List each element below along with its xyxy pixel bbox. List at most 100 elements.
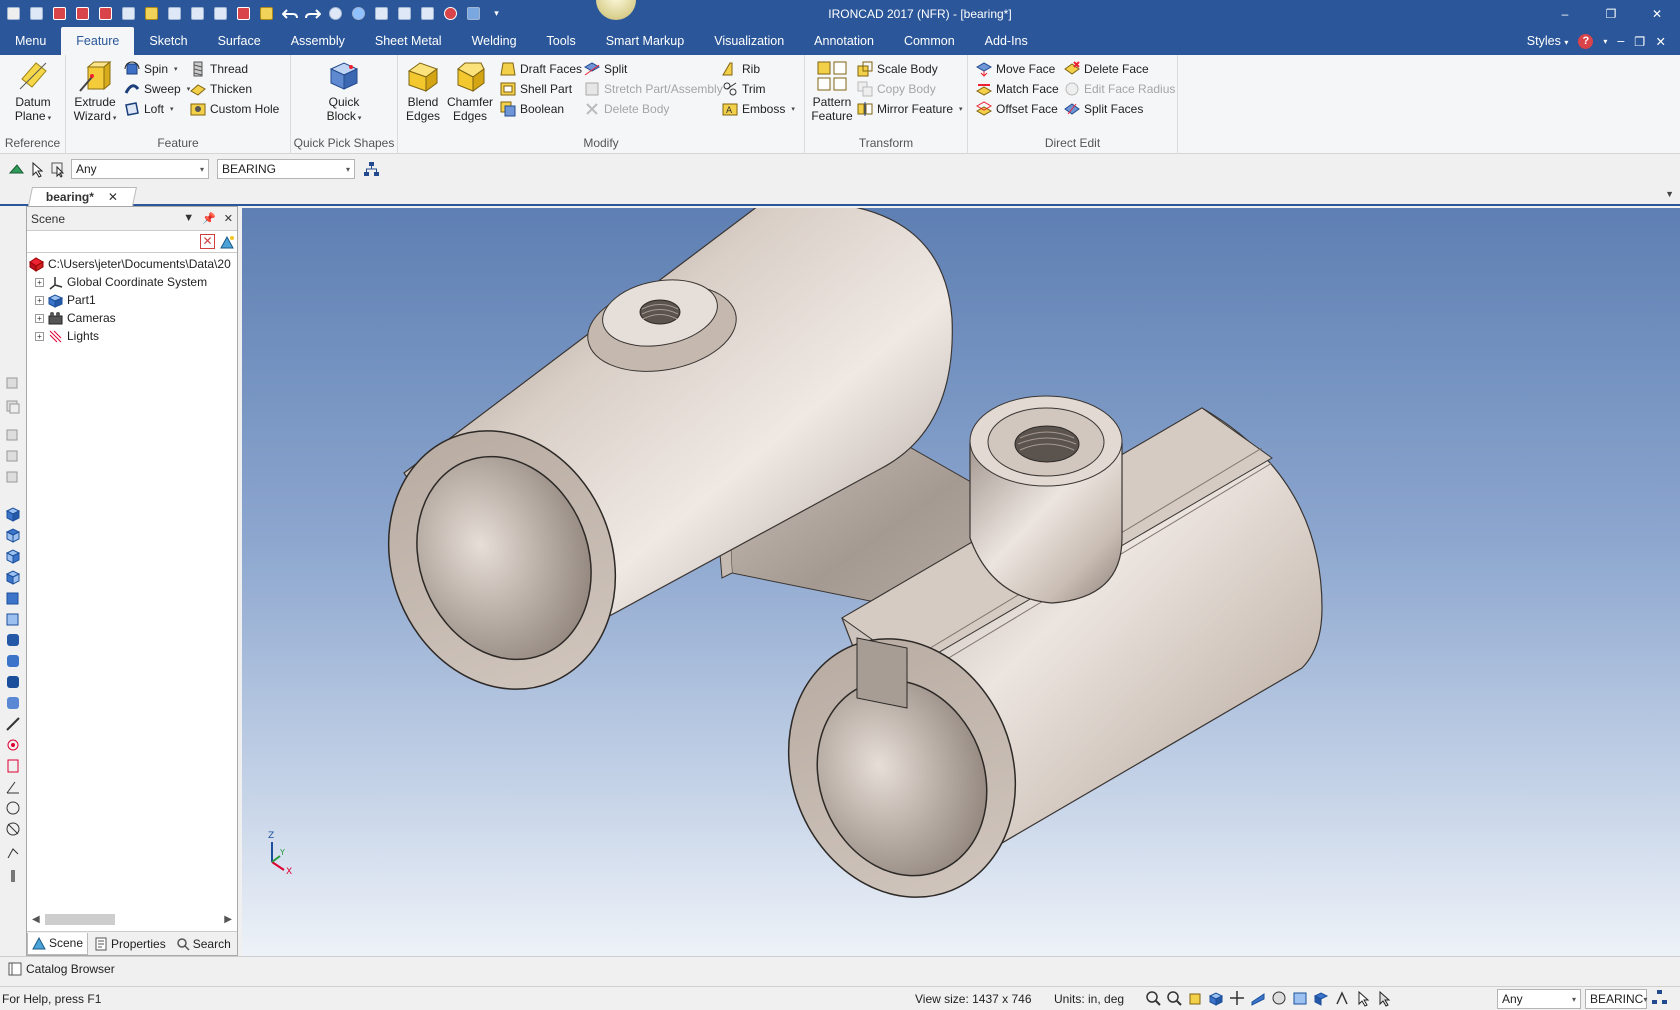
view-left-icon[interactable] <box>5 470 21 486</box>
trim-button[interactable]: Trim <box>722 79 766 99</box>
stretch-part-button[interactable]: Stretch Part/Assembly <box>584 79 723 99</box>
offset-face-button[interactable]: Offset Face <box>976 99 1058 119</box>
scroll-right-icon[interactable]: ▶ <box>224 914 232 925</box>
tab-menu[interactable]: Menu <box>0 27 61 55</box>
delete-face-button[interactable]: Delete Face <box>1064 59 1149 79</box>
restore-button[interactable]: ❐ <box>1588 0 1634 27</box>
standard-views-icon[interactable] <box>1208 990 1225 1007</box>
rotate-icon[interactable] <box>5 821 21 837</box>
copy-body-button[interactable]: Copy Body <box>857 79 936 99</box>
undo-icon[interactable] <box>280 4 299 23</box>
tab-add-ins[interactable]: Add-Ins <box>970 27 1043 55</box>
silhouette-view-icon[interactable] <box>5 695 21 711</box>
clear-filter-icon[interactable]: ✕ <box>200 234 215 249</box>
layout-icon[interactable] <box>418 4 437 23</box>
tab-search[interactable]: Search <box>172 933 235 955</box>
pin-icon[interactable]: 📌 <box>202 212 216 225</box>
open-icon[interactable] <box>142 4 161 23</box>
view-front-blue-icon[interactable] <box>5 590 21 606</box>
assembly-tree-icon[interactable] <box>363 161 380 178</box>
new-scene-icon[interactable] <box>119 4 138 23</box>
mdi-close-button[interactable]: ✕ <box>1656 34 1666 49</box>
save-as-icon[interactable] <box>188 4 207 23</box>
tutorial-icon[interactable] <box>464 4 483 23</box>
loft-button[interactable]: Loft ▾ <box>124 99 174 119</box>
tab-smart-markup[interactable]: Smart Markup <box>591 27 700 55</box>
help-icon[interactable] <box>441 4 460 23</box>
styles-menu[interactable]: Styles ▾ <box>1527 34 1569 48</box>
tab-assembly[interactable]: Assembly <box>276 27 360 55</box>
view-right-icon[interactable] <box>5 548 21 564</box>
pointer-select-icon[interactable] <box>1355 990 1372 1007</box>
lighting-icon[interactable] <box>1334 990 1351 1007</box>
zoom-extents-icon[interactable] <box>1145 990 1162 1007</box>
view-bottom-icon[interactable] <box>5 569 21 585</box>
view-cube-icon[interactable] <box>1187 990 1204 1007</box>
new-part-icon[interactable] <box>96 4 115 23</box>
render-mode-icon[interactable] <box>1292 990 1309 1007</box>
help-icon[interactable]: ? <box>1578 33 1594 49</box>
view-front-icon[interactable] <box>5 428 21 444</box>
mdi-minimize-button[interactable]: – <box>1617 34 1624 48</box>
hidden-line-view-icon[interactable] <box>5 653 21 669</box>
look-at-icon[interactable] <box>5 737 21 753</box>
help-dropdown-icon[interactable]: ▾ <box>1603 37 1607 46</box>
status-tree-icon[interactable] <box>1651 989 1668 1006</box>
sweep-button[interactable]: Sweep ▾ <box>124 79 190 99</box>
angle-icon[interactable] <box>5 779 21 795</box>
list-icon[interactable] <box>395 4 414 23</box>
paste-tool-icon[interactable] <box>5 399 21 415</box>
pattern-feature-button[interactable]: Pattern Feature <box>809 59 855 123</box>
panel-close-icon[interactable]: ✕ <box>224 212 233 225</box>
paste-icon[interactable] <box>257 4 276 23</box>
tab-welding[interactable]: Welding <box>457 27 532 55</box>
expand-icon[interactable]: + <box>35 313 44 323</box>
thread-button[interactable]: Thread <box>190 59 248 79</box>
part-select[interactable]: BEARING ▾ <box>217 159 355 179</box>
copy-tool-icon[interactable] <box>5 376 21 392</box>
custom-hole-button[interactable]: Custom Hole <box>190 99 279 119</box>
close-button[interactable]: ✕ <box>1634 0 1680 27</box>
new-assembly-icon[interactable] <box>50 4 69 23</box>
minimize-button[interactable]: – <box>1542 0 1588 27</box>
expand-icon[interactable]: + <box>35 331 44 341</box>
expand-icon[interactable]: + <box>35 295 44 305</box>
mdi-restore-button[interactable]: ❐ <box>1634 34 1645 49</box>
draft-faces-button[interactable]: Draft Faces <box>500 59 582 79</box>
zoom-tool-icon[interactable] <box>5 868 21 884</box>
tab-common[interactable]: Common <box>889 27 970 55</box>
pan-view-icon[interactable] <box>1229 990 1246 1007</box>
filter-select-icon[interactable] <box>1376 990 1393 1007</box>
rib-button[interactable]: Rib <box>722 59 760 79</box>
match-face-button[interactable]: Match Face <box>976 79 1059 99</box>
view-top-icon[interactable] <box>5 527 21 543</box>
tab-scene[interactable]: Scene <box>27 932 89 955</box>
document-tab-bearing[interactable]: bearing* ✕ <box>27 187 138 206</box>
redo-icon[interactable] <box>303 4 322 23</box>
tree-item-part1[interactable]: + Part1 <box>27 291 237 309</box>
edit-face-radius-button[interactable]: Edit Face Radius <box>1064 79 1175 99</box>
thicken-button[interactable]: Thicken <box>190 79 252 99</box>
camera-target-icon[interactable] <box>5 758 21 774</box>
view-iso-icon[interactable] <box>5 506 21 522</box>
tab-tools[interactable]: Tools <box>532 27 591 55</box>
shell-part-button[interactable]: Shell Part <box>500 79 572 99</box>
customize-qat-icon[interactable]: ▾ <box>487 4 506 23</box>
tab-sheet-metal[interactable]: Sheet Metal <box>360 27 457 55</box>
scroll-left-icon[interactable]: ◀ <box>32 914 40 925</box>
panel-menu-icon[interactable]: ▼ <box>183 212 194 225</box>
print-icon[interactable] <box>211 4 230 23</box>
tab-feature[interactable]: Feature <box>61 27 135 55</box>
boolean-button[interactable]: Boolean <box>500 99 564 119</box>
extrude-wizard-button[interactable]: Extrude Wizard ▾ <box>72 59 118 126</box>
zoom-icon[interactable] <box>1166 990 1183 1007</box>
select-parts-icon[interactable] <box>8 161 25 178</box>
3d-viewport[interactable]: Z Y X <box>242 208 1680 956</box>
tree-item-lights[interactable]: + Lights <box>27 327 237 345</box>
new-icon[interactable] <box>27 4 46 23</box>
chamfer-edges-button[interactable]: Chamfer Edges <box>446 59 494 123</box>
orbit-icon[interactable] <box>5 800 21 816</box>
tab-surface[interactable]: Surface <box>203 27 276 55</box>
tab-annotation[interactable]: Annotation <box>799 27 889 55</box>
app-icon[interactable] <box>4 4 23 23</box>
